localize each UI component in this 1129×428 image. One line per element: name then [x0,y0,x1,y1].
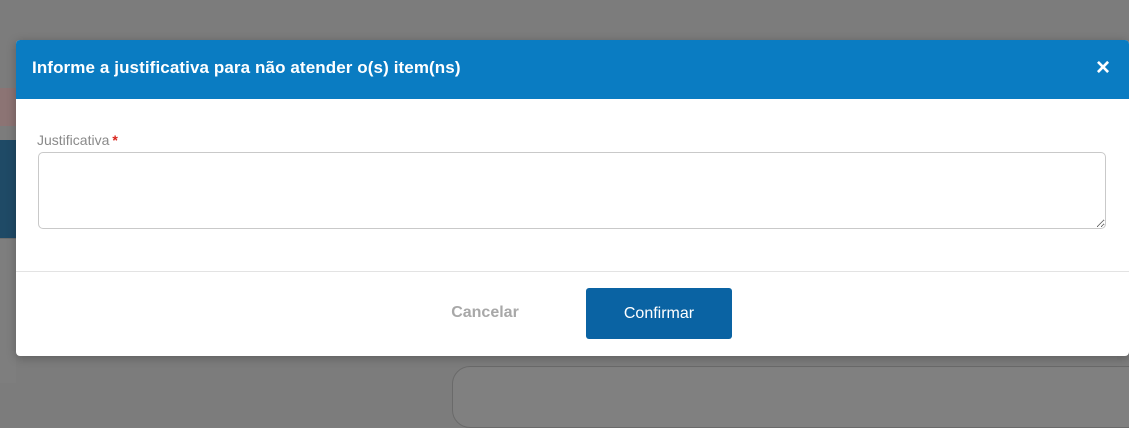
justificativa-label: Justificativa * [37,132,118,148]
justification-modal: Informe a justificativa para não atender… [16,40,1129,356]
modal-header: Informe a justificativa para não atender… [16,40,1129,99]
background-card [452,366,1129,428]
field-label-text: Justificativa [37,132,110,148]
background-header-strip [0,140,16,238]
close-icon[interactable]: × [1091,54,1115,82]
required-mark: * [112,132,118,148]
cancel-button[interactable]: Cancelar [425,288,545,338]
justificativa-textarea[interactable] [38,152,1106,229]
modal-body: Justificativa * [16,99,1129,271]
background-alert-strip [0,88,16,126]
confirm-button[interactable]: Confirmar [586,288,732,339]
modal-title: Informe a justificativa para não atender… [32,58,461,77]
background-panel [0,238,16,383]
modal-footer: Cancelar Confirmar [16,272,1129,356]
